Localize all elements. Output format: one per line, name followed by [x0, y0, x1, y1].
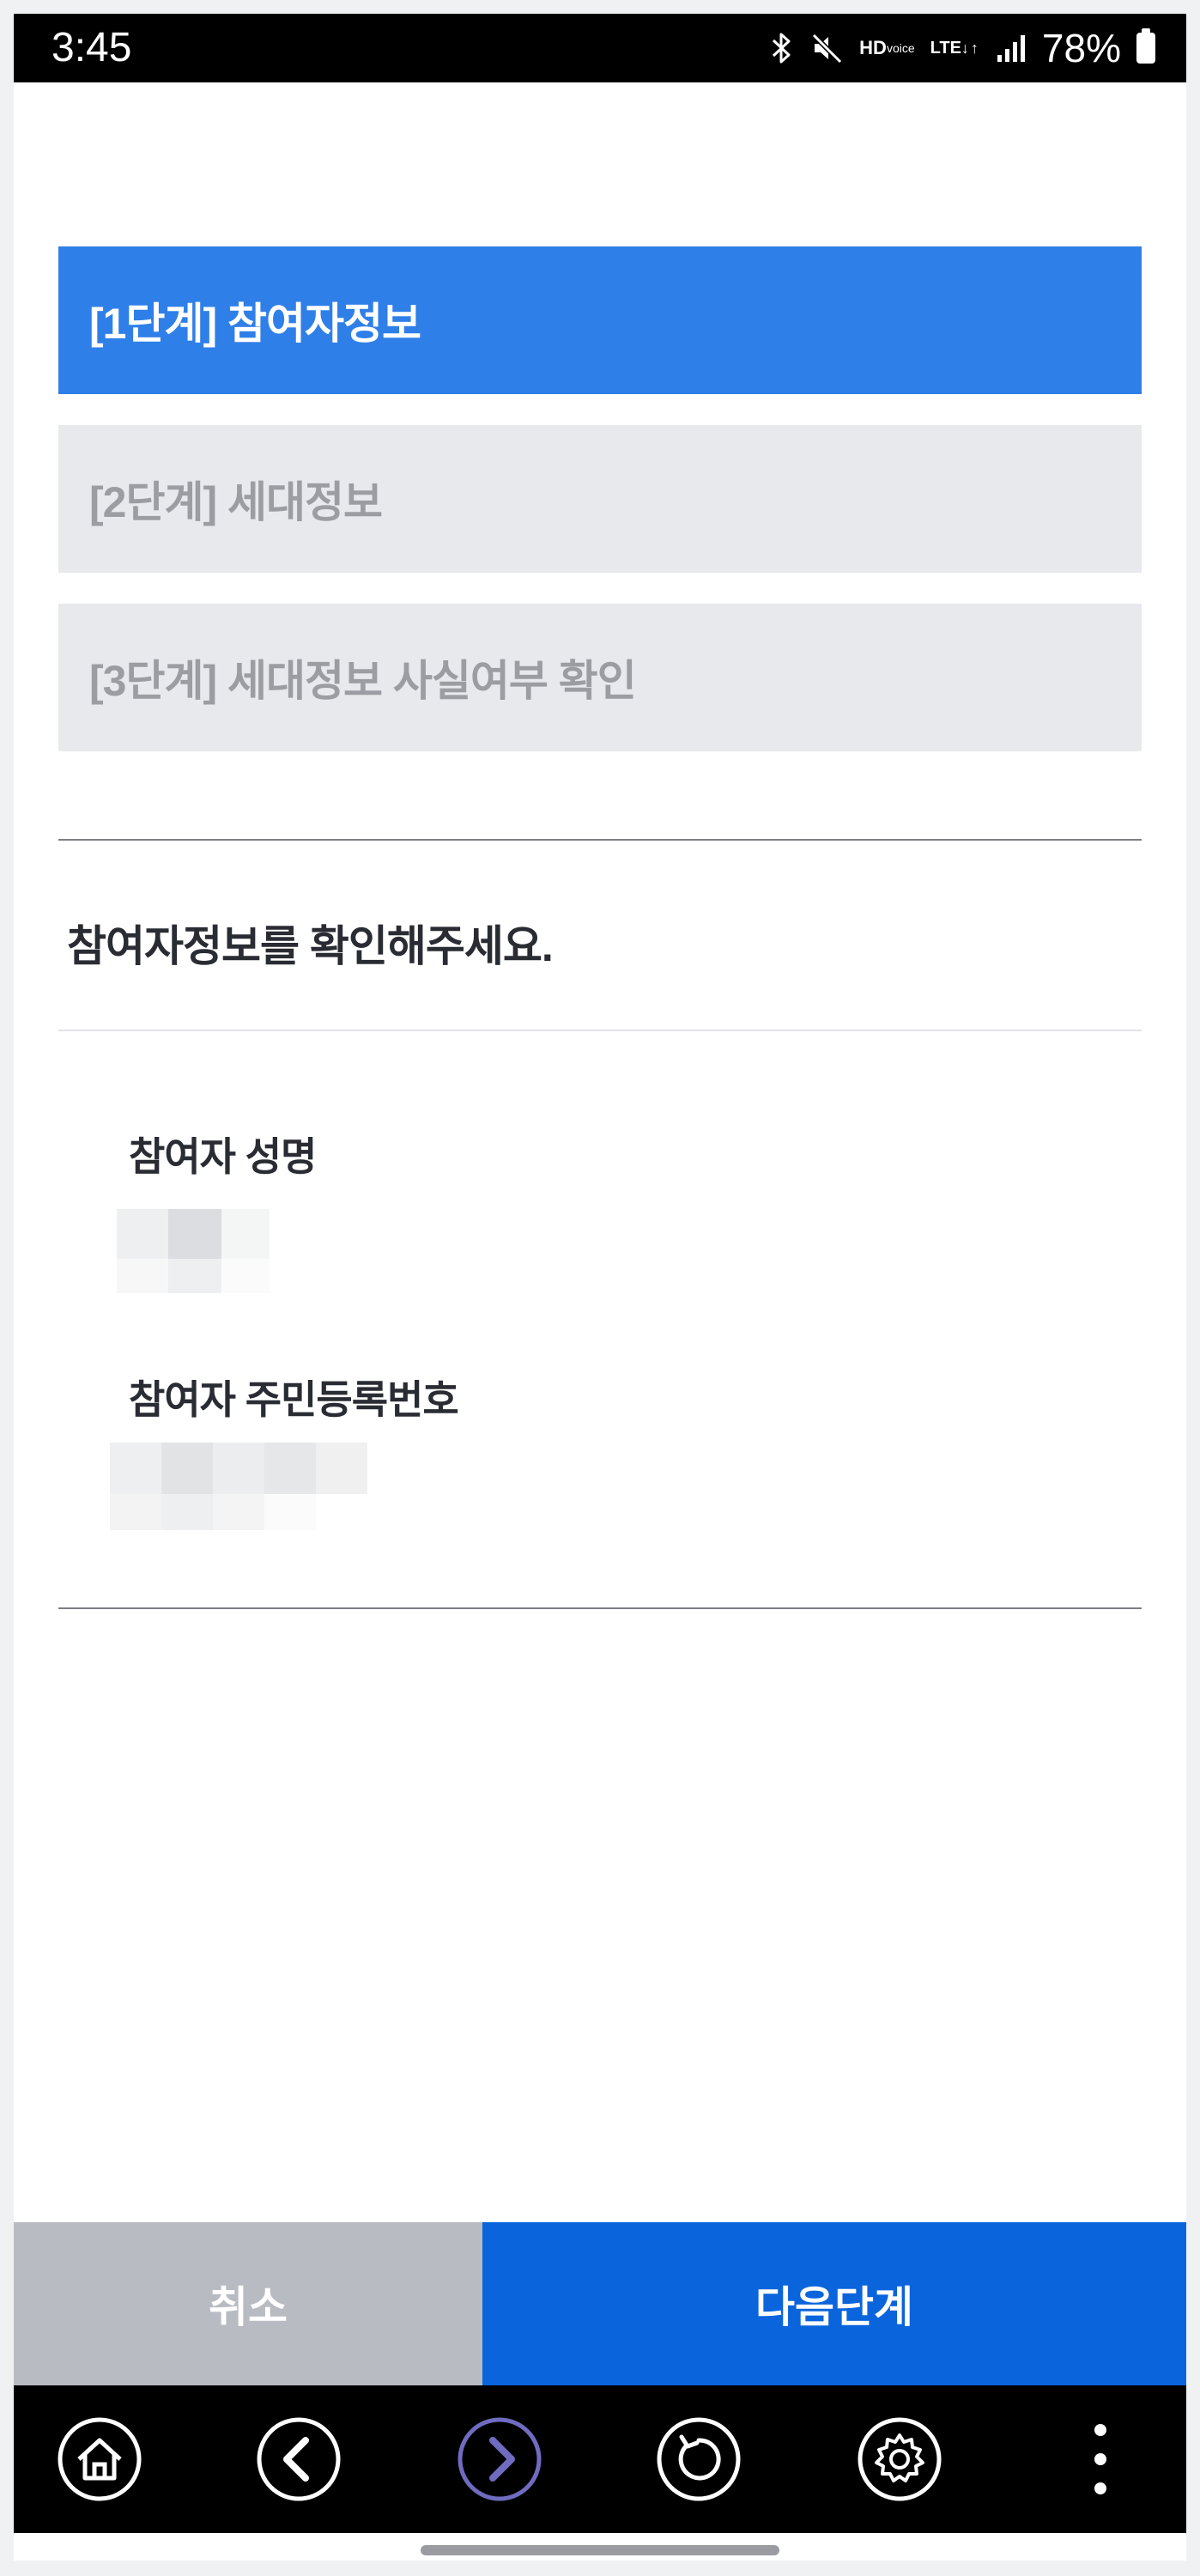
signal-icon — [996, 33, 1027, 64]
next-step-button[interactable]: 다음단계 — [482, 2222, 1186, 2385]
status-icons: HD voice LTE ↓↑ 78% — [768, 22, 1155, 74]
section-divider-top — [58, 839, 1142, 841]
mute-icon — [809, 31, 844, 65]
hd-label: HD — [859, 37, 887, 58]
lte-arrows: ↓↑ — [961, 39, 980, 57]
refresh-icon[interactable] — [656, 2416, 742, 2502]
hd-voice-icon: HD voice — [859, 37, 915, 58]
browser-nav-bar — [14, 2385, 1186, 2533]
lte-icon: LTE ↓↑ — [930, 39, 980, 58]
lte-label: LTE — [930, 39, 961, 58]
gesture-handle[interactable] — [421, 2545, 779, 2555]
cancel-button[interactable]: 취소 — [14, 2222, 482, 2385]
section-divider-light — [58, 1030, 1142, 1031]
forward-icon[interactable] — [457, 2416, 542, 2502]
battery-icon — [1136, 28, 1155, 64]
status-time: 3:45 — [52, 25, 132, 70]
app-screen: 3:45 HD voice LTE ↓↑ 78% [1단계] 참여자정보 [2단… — [14, 14, 1186, 2561]
step-2-tab[interactable]: [2단계] 세대정보 — [58, 425, 1142, 573]
participant-id-label: 참여자 주민등록번호 — [129, 1377, 459, 1422]
settings-icon[interactable] — [857, 2416, 942, 2502]
more-icon[interactable] — [1058, 2416, 1143, 2502]
section-divider-bottom — [58, 1607, 1142, 1609]
bluetooth-icon — [768, 31, 794, 65]
status-bar: 3:45 HD voice LTE ↓↑ 78% — [14, 14, 1186, 82]
participant-name-value-redacted — [117, 1209, 270, 1293]
participant-name-label: 참여자 성명 — [129, 1134, 317, 1179]
participant-id-value-redacted — [110, 1443, 367, 1530]
step-1-tab[interactable]: [1단계] 참여자정보 — [58, 246, 1142, 394]
back-icon[interactable] — [256, 2416, 342, 2502]
step-3-tab[interactable]: [3단계] 세대정보 사실여부 확인 — [58, 604, 1142, 751]
home-icon[interactable] — [57, 2416, 142, 2502]
voice-label: voice — [886, 41, 915, 55]
section-title: 참여자정보를 확인해주세요. — [67, 922, 554, 970]
battery-percent: 78% — [1041, 26, 1121, 70]
